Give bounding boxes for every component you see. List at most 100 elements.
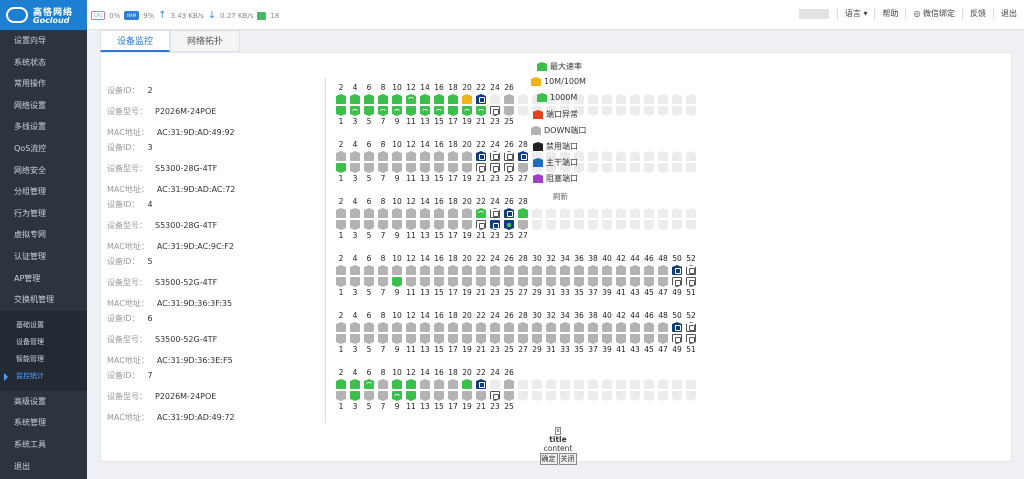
port-icon[interactable]	[684, 276, 698, 288]
port-icon[interactable]	[544, 378, 558, 390]
port-icon[interactable]	[460, 105, 474, 117]
port-icon[interactable]	[376, 93, 390, 105]
port-icon[interactable]	[684, 150, 698, 162]
port-icon[interactable]	[600, 333, 614, 345]
port-icon[interactable]	[502, 93, 516, 105]
close-icon[interactable]: x	[555, 427, 561, 435]
port-icon[interactable]	[502, 105, 516, 117]
port-icon[interactable]	[334, 93, 348, 105]
port-icon[interactable]	[572, 276, 586, 288]
port-icon[interactable]	[404, 219, 418, 231]
port-icon[interactable]	[516, 162, 530, 174]
port-icon[interactable]	[446, 378, 460, 390]
port-icon[interactable]	[460, 390, 474, 402]
refresh-link[interactable]: 刷新	[553, 191, 568, 202]
port-icon[interactable]	[642, 276, 656, 288]
port-icon[interactable]	[362, 207, 376, 219]
port-icon[interactable]	[502, 333, 516, 345]
port-icon[interactable]	[362, 333, 376, 345]
port-icon[interactable]	[670, 276, 684, 288]
port-icon[interactable]	[474, 162, 488, 174]
port-icon[interactable]	[474, 390, 488, 402]
sidebar-item[interactable]: 系统状态	[0, 52, 87, 74]
port-icon[interactable]	[670, 378, 684, 390]
port-icon[interactable]	[460, 219, 474, 231]
port-icon[interactable]	[502, 264, 516, 276]
port-icon[interactable]	[516, 390, 530, 402]
port-icon[interactable]	[418, 321, 432, 333]
port-icon[interactable]	[418, 207, 432, 219]
language-menu[interactable]: 语言 ▾	[836, 8, 875, 19]
port-icon[interactable]	[614, 162, 628, 174]
port-icon[interactable]	[376, 264, 390, 276]
port-icon[interactable]	[586, 162, 600, 174]
port-icon[interactable]	[684, 390, 698, 402]
port-icon[interactable]	[418, 162, 432, 174]
port-icon[interactable]	[586, 333, 600, 345]
port-icon[interactable]	[628, 162, 642, 174]
port-icon[interactable]	[670, 264, 684, 276]
port-icon[interactable]	[684, 378, 698, 390]
port-icon[interactable]	[614, 105, 628, 117]
port-icon[interactable]	[376, 333, 390, 345]
port-icon[interactable]	[530, 207, 544, 219]
port-icon[interactable]	[404, 207, 418, 219]
port-icon[interactable]	[572, 390, 586, 402]
port-icon[interactable]	[642, 264, 656, 276]
port-icon[interactable]	[488, 378, 502, 390]
sidebar-subitem[interactable]: 设备管理	[0, 333, 87, 351]
sidebar-item[interactable]: 系统管理	[0, 412, 87, 434]
port-icon[interactable]	[670, 390, 684, 402]
port-icon[interactable]	[656, 207, 670, 219]
port-icon[interactable]	[642, 207, 656, 219]
port-icon[interactable]	[544, 276, 558, 288]
port-icon[interactable]	[586, 378, 600, 390]
sidebar-item[interactable]: 设置向导	[0, 30, 87, 52]
port-icon[interactable]	[348, 390, 362, 402]
port-icon[interactable]	[544, 219, 558, 231]
sidebar-item[interactable]: 网络安全	[0, 160, 87, 182]
port-icon[interactable]	[558, 264, 572, 276]
port-icon[interactable]	[460, 333, 474, 345]
port-icon[interactable]	[502, 276, 516, 288]
port-icon[interactable]	[614, 390, 628, 402]
port-icon[interactable]	[544, 207, 558, 219]
port-icon[interactable]	[558, 390, 572, 402]
port-icon[interactable]	[488, 162, 502, 174]
port-icon[interactable]	[586, 264, 600, 276]
port-icon[interactable]	[348, 150, 362, 162]
port-icon[interactable]	[404, 93, 418, 105]
port-icon[interactable]	[474, 105, 488, 117]
port-icon[interactable]	[474, 378, 488, 390]
port-icon[interactable]	[334, 162, 348, 174]
port-icon[interactable]	[614, 150, 628, 162]
port-icon[interactable]	[390, 93, 404, 105]
port-icon[interactable]	[474, 93, 488, 105]
port-icon[interactable]	[600, 162, 614, 174]
port-icon[interactable]	[348, 333, 362, 345]
port-icon[interactable]	[334, 219, 348, 231]
port-icon[interactable]	[600, 321, 614, 333]
port-icon[interactable]	[446, 264, 460, 276]
port-icon[interactable]	[656, 378, 670, 390]
port-icon[interactable]	[460, 264, 474, 276]
port-icon[interactable]	[432, 264, 446, 276]
port-icon[interactable]	[362, 150, 376, 162]
port-icon[interactable]	[460, 378, 474, 390]
port-icon[interactable]	[404, 150, 418, 162]
port-icon[interactable]	[642, 93, 656, 105]
port-icon[interactable]	[614, 378, 628, 390]
port-icon[interactable]	[362, 390, 376, 402]
port-icon[interactable]	[544, 264, 558, 276]
port-icon[interactable]	[334, 207, 348, 219]
port-icon[interactable]	[418, 264, 432, 276]
port-icon[interactable]	[572, 321, 586, 333]
port-icon[interactable]	[488, 264, 502, 276]
port-icon[interactable]	[628, 105, 642, 117]
port-icon[interactable]	[572, 264, 586, 276]
port-icon[interactable]	[628, 321, 642, 333]
port-icon[interactable]	[628, 93, 642, 105]
port-icon[interactable]	[586, 93, 600, 105]
port-icon[interactable]	[670, 150, 684, 162]
port-icon[interactable]	[460, 93, 474, 105]
